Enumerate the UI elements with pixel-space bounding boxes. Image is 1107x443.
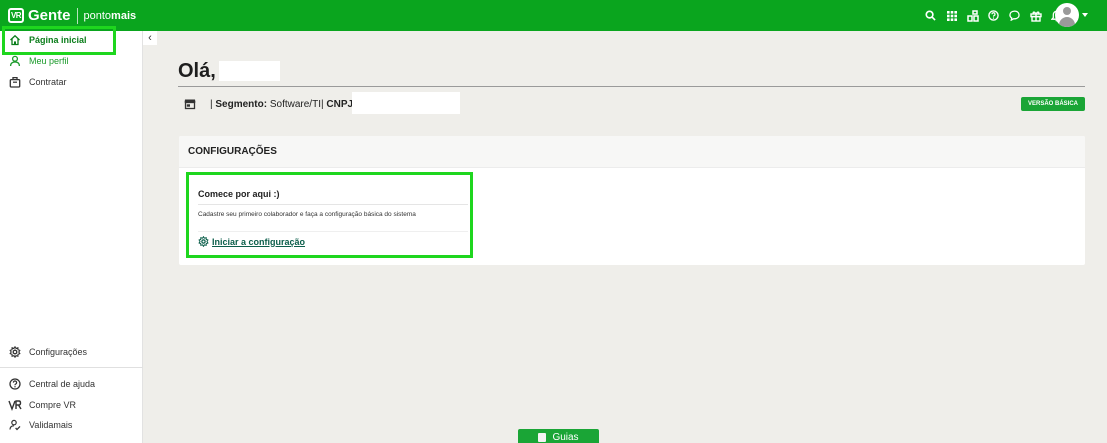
segment-label: Segmento:: [215, 98, 268, 110]
setup-title: Comece por aqui :): [198, 189, 280, 199]
help-icon[interactable]: [983, 0, 1004, 31]
vr-logo-mark: VR: [8, 8, 24, 23]
gear-icon: [8, 345, 22, 359]
gear-icon: [198, 236, 209, 247]
sidebar-item-validamais[interactable]: Validamais: [0, 415, 143, 435]
sidebar-item-profile[interactable]: Meu perfil: [0, 51, 143, 71]
apps-grid-icon[interactable]: [941, 0, 962, 31]
vr-icon: [8, 398, 22, 412]
brand-subtitle: pontomais: [83, 9, 137, 22]
redacted-user-name: [219, 61, 280, 81]
page-greeting: Olá,: [178, 60, 216, 82]
sidebar-item-hire[interactable]: Contratar: [0, 72, 143, 92]
plan-version-badge: VERSÃO BÁSICA: [1021, 97, 1085, 111]
help-circle-icon: [8, 377, 22, 391]
guides-label: Guias: [552, 432, 579, 443]
segment-value: Software/TI: [269, 98, 321, 110]
store-icon: [184, 99, 196, 110]
brand-logo[interactable]: VR Gente pontomais: [8, 7, 136, 24]
info-separator: |: [210, 98, 213, 110]
chevron-down-icon[interactable]: [1082, 13, 1088, 17]
user-icon: [8, 54, 22, 68]
greeting-underline: [178, 86, 1085, 87]
start-configuration-link[interactable]: Iniciar a configuração: [198, 236, 305, 247]
gift-icon[interactable]: [1025, 0, 1046, 31]
sidebar-item-label: Contratar: [29, 77, 67, 87]
user-avatar[interactable]: [1055, 3, 1079, 27]
top-bar: VR Gente pontomais: [0, 0, 1107, 31]
user-check-icon: [8, 418, 22, 432]
sidebar-item-settings[interactable]: Configurações: [0, 342, 143, 362]
sidebar-item-label: Validamais: [29, 420, 73, 430]
info-separator: |: [320, 98, 324, 110]
sidebar-item-label: Meu perfil: [29, 56, 69, 66]
sidebar-item-label: Compre VR: [29, 400, 77, 410]
setup-divider: [198, 231, 468, 232]
logo-divider: [76, 7, 78, 24]
header-icons: [920, 0, 1067, 31]
redacted-cnpj: [352, 92, 460, 114]
briefcase-icon: [8, 75, 22, 89]
setup-description: Cadastre seu primeiro colaborador e faça…: [198, 211, 416, 218]
document-icon: [538, 433, 547, 442]
settings-card-title: CONFIGURAÇÕES: [179, 136, 1085, 168]
setup-start-panel: Comece por aqui :) Cadastre seu primeiro…: [186, 172, 473, 258]
sidebar-collapse-button[interactable]: ‹: [143, 31, 157, 45]
integrations-icon[interactable]: [962, 0, 983, 31]
guides-button[interactable]: Guias: [518, 429, 599, 443]
sidebar-item-buy-vr[interactable]: Compre VR: [0, 395, 143, 415]
search-icon[interactable]: [920, 0, 941, 31]
sidebar-item-label: Central de ajuda: [29, 379, 96, 389]
chat-icon[interactable]: [1004, 0, 1025, 31]
brand-name: Gente: [28, 7, 71, 24]
start-configuration-label: Iniciar a configuração: [212, 236, 306, 247]
sidebar-item-label: Configurações: [29, 347, 88, 357]
setup-divider: [198, 204, 468, 205]
sidebar-divider: [0, 367, 143, 368]
sidebar-item-help-center[interactable]: Central de ajuda: [0, 374, 143, 394]
company-info-row: | Segmento: Software/TI | CNPJ:: [184, 96, 356, 112]
